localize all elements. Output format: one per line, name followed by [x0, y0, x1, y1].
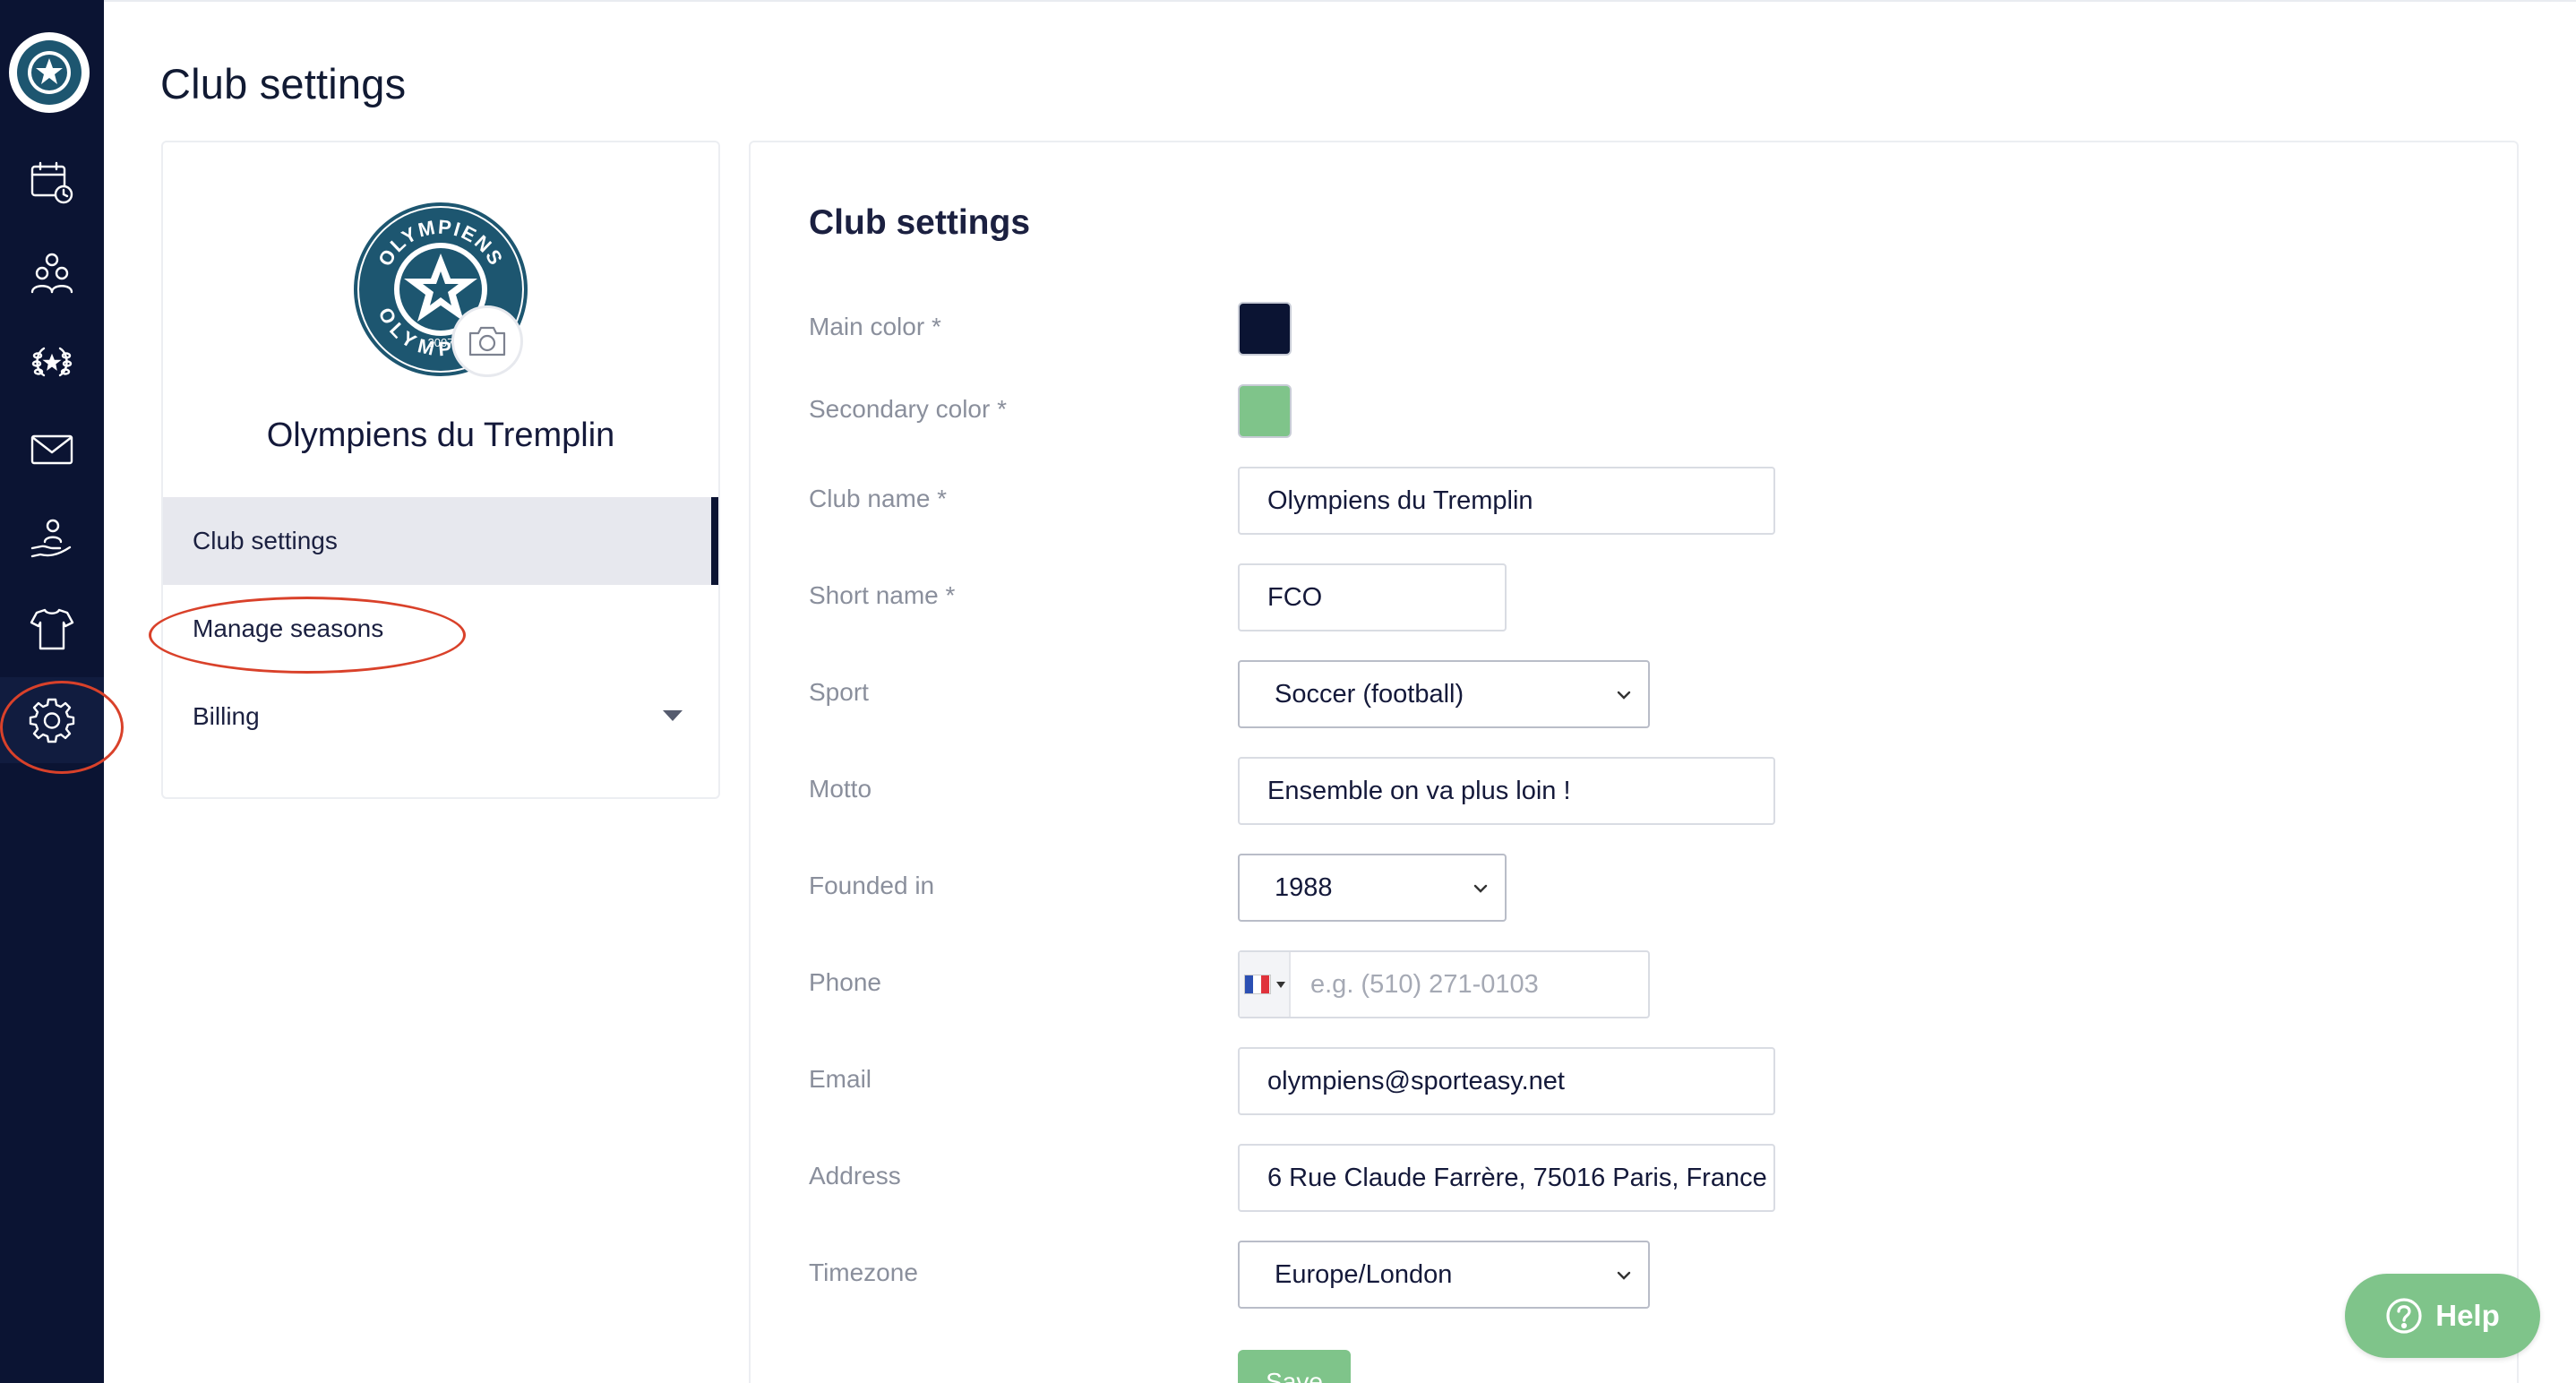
nav-equipment[interactable] — [0, 586, 104, 672]
members-icon — [30, 253, 73, 294]
menu-item-label: Club settings — [193, 527, 338, 554]
sport-label: Sport — [809, 678, 869, 706]
founded-in-label: Founded in — [809, 872, 935, 899]
change-logo-button[interactable] — [451, 305, 523, 377]
founded-in-selected-value: 1988 — [1275, 872, 1333, 902]
phone-label: Phone — [809, 968, 881, 996]
email-label: Email — [809, 1065, 872, 1093]
email-input[interactable] — [1238, 1047, 1775, 1115]
nav-trophies[interactable] — [0, 319, 104, 405]
secondary-color-swatch[interactable] — [1238, 384, 1292, 438]
short-name-label: Short name * — [809, 581, 956, 609]
country-code-dropdown[interactable] — [1240, 952, 1291, 1017]
gear-icon — [29, 698, 75, 743]
menu-item-label: Billing — [193, 702, 260, 730]
chevron-down-icon — [1617, 1271, 1631, 1280]
laurel-icon — [31, 347, 73, 377]
nav-volunteers[interactable] — [0, 496, 104, 582]
page-title: Club settings — [160, 60, 407, 107]
crest-year: 2007 — [428, 336, 454, 349]
club-badge-icon — [11, 34, 88, 111]
main-color-swatch[interactable] — [1238, 302, 1292, 356]
menu-item-label: Manage seasons — [193, 614, 384, 642]
phone-field — [1238, 950, 1650, 1018]
club-logo-small[interactable] — [9, 32, 90, 113]
nav-settings[interactable] — [0, 677, 104, 763]
camera-icon — [468, 326, 506, 356]
sport-select[interactable]: Soccer (football) — [1238, 660, 1650, 728]
menu-item-club-settings[interactable]: Club settings — [163, 497, 718, 585]
timezone-selected-value: Europe/London — [1275, 1259, 1453, 1289]
timezone-select[interactable]: Europe/London — [1238, 1241, 1650, 1309]
address-input[interactable] — [1238, 1144, 1775, 1212]
motto-label: Motto — [809, 775, 872, 803]
caret-down-icon — [1275, 981, 1285, 988]
menu-item-billing[interactable]: Billing — [163, 673, 718, 760]
france-flag-icon — [1243, 975, 1271, 994]
nav-messages[interactable] — [0, 407, 104, 493]
hand-person-icon — [30, 519, 72, 558]
club-settings-form: Club settings Main color * Secondary col… — [749, 141, 2519, 1383]
nav-rail — [0, 0, 104, 1383]
form-title: Club settings — [809, 203, 1031, 242]
settings-menu: Club settings Manage seasons Billing — [163, 497, 718, 760]
sport-selected-value: Soccer (football) — [1275, 679, 1464, 709]
help-button[interactable]: Help — [2345, 1274, 2540, 1358]
nav-members[interactable] — [0, 229, 104, 315]
phone-input[interactable] — [1291, 953, 1648, 1016]
motto-input[interactable] — [1238, 757, 1775, 825]
menu-item-manage-seasons[interactable]: Manage seasons — [163, 585, 718, 673]
chevron-down-icon — [1473, 884, 1488, 893]
nav-calendar[interactable] — [0, 140, 104, 226]
short-name-input[interactable] — [1238, 563, 1507, 631]
question-icon — [2386, 1298, 2422, 1334]
caret-down-icon — [663, 710, 683, 721]
secondary-color-label: Secondary color * — [809, 395, 1008, 423]
jersey-icon — [30, 608, 74, 650]
calendar-icon — [30, 161, 73, 204]
save-button[interactable]: Save — [1238, 1350, 1351, 1383]
club-profile-card: OLYMPIENS OLYMPIENS 2007 Olympiens du Tr… — [161, 141, 720, 799]
club-name-input[interactable] — [1238, 467, 1775, 535]
club-name-label: Club name * — [809, 485, 948, 512]
founded-in-select[interactable]: 1988 — [1238, 854, 1507, 922]
club-name-heading: Olympiens du Tremplin — [266, 417, 615, 454]
main-color-label: Main color * — [809, 313, 941, 340]
timezone-label: Timezone — [809, 1258, 918, 1286]
help-label: Help — [2435, 1299, 2500, 1332]
mail-icon — [30, 434, 73, 465]
chevron-down-icon — [1617, 691, 1631, 700]
top-border — [104, 0, 2576, 2]
address-label: Address — [809, 1162, 901, 1190]
